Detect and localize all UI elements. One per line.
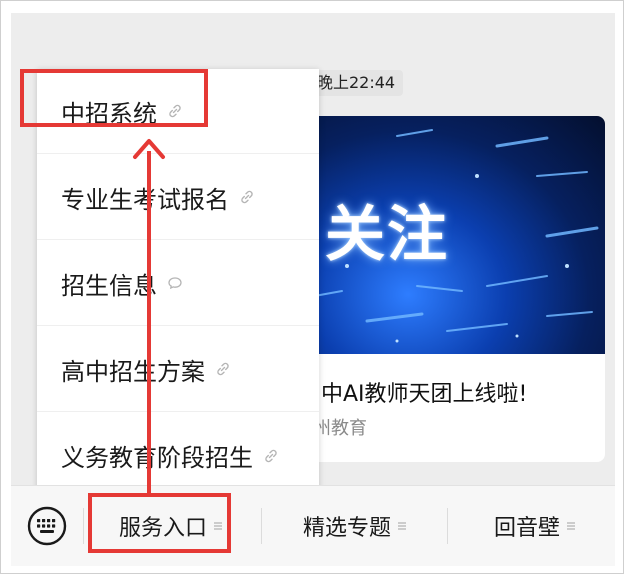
article-title: 中AI教师天团上线啦! bbox=[321, 382, 528, 407]
chat-area: 晚上22:44 关注 中AI教师天团上线啦! 州教育 中招系统 专业生考试报名 … bbox=[11, 13, 615, 485]
screenshot-frame: 晚上22:44 关注 中AI教师天团上线啦! 州教育 中招系统 专业生考试报名 … bbox=[0, 0, 624, 574]
menu-item-label: 义务教育阶段招生 bbox=[61, 444, 253, 472]
menu-item-label: 专业生考试报名 bbox=[61, 185, 229, 214]
keyboard-icon[interactable] bbox=[27, 506, 67, 546]
menu-lines-icon bbox=[566, 521, 576, 531]
menu-item-admission-info[interactable]: 招生信息 bbox=[37, 241, 319, 326]
bar-divider bbox=[261, 508, 262, 544]
service-menu-popup: 中招系统 专业生考试报名 招生信息 高中招生方案 义务教育阶段招生 bbox=[37, 69, 319, 485]
link-icon bbox=[167, 103, 183, 119]
tab-featured-topics[interactable]: 精选专题 bbox=[271, 486, 439, 566]
menu-item-zhongzhao-system[interactable]: 中招系统 bbox=[37, 69, 319, 154]
menu-lines-icon bbox=[213, 521, 223, 531]
bar-divider bbox=[447, 508, 448, 544]
link-icon bbox=[215, 361, 231, 377]
tab-echo-wall[interactable]: 回音壁 bbox=[455, 486, 615, 566]
tab-service-entry[interactable]: 服务入口 bbox=[91, 486, 251, 566]
menu-item-label: 中招系统 bbox=[61, 99, 157, 128]
menu-item-special-exam-registration[interactable]: 专业生考试报名 bbox=[37, 155, 319, 240]
menu-item-high-school-plan[interactable]: 高中招生方案 bbox=[37, 327, 319, 412]
article-source: 州教育 bbox=[313, 418, 367, 439]
chat-bubble-icon bbox=[167, 275, 183, 291]
bar-divider bbox=[83, 508, 84, 544]
link-icon bbox=[263, 448, 279, 464]
bottom-menu-bar: 服务入口 精选专题 回音壁 bbox=[11, 485, 615, 566]
menu-item-label: 招生信息 bbox=[61, 271, 157, 300]
banner-title: 关注 bbox=[325, 200, 449, 270]
tab-label: 服务入口 bbox=[118, 516, 207, 541]
tab-label: 回音壁 bbox=[493, 516, 560, 541]
link-icon bbox=[239, 189, 255, 205]
tab-label: 精选专题 bbox=[302, 516, 391, 541]
menu-item-label: 高中招生方案 bbox=[61, 357, 205, 386]
menu-lines-icon bbox=[397, 521, 407, 531]
menu-item-compulsory-education-admission[interactable]: 义务教育阶段招生 bbox=[37, 413, 319, 485]
message-timestamp: 晚上22:44 bbox=[309, 70, 404, 96]
